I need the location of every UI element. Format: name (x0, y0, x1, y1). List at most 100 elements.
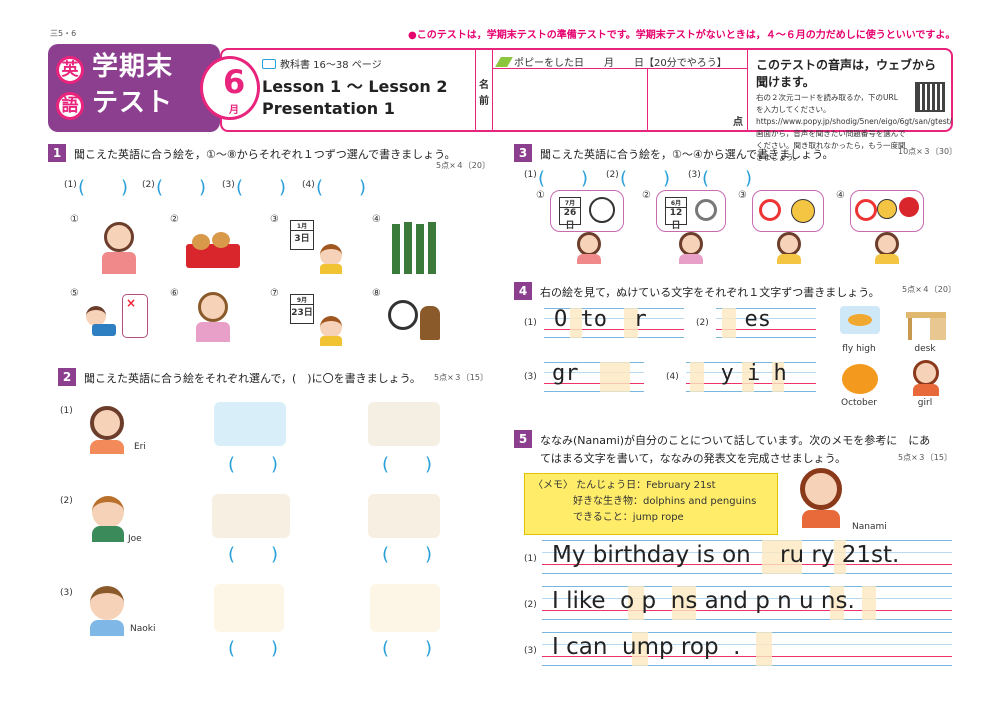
s2-q3-option-a[interactable]: ( ) (228, 634, 278, 660)
section-3-instruction: 聞こえた英語に合う絵を，①～④から選んで書きましょう。 (540, 148, 834, 161)
joe-name: Joe (128, 534, 142, 544)
volleyball-icon (791, 199, 815, 223)
section-2-instruction: 聞こえた英語に合う絵をそれぞれ選んで，( )に〇を書きましょう。 (84, 372, 421, 385)
october-label: October (840, 398, 878, 408)
title-line-2: テスト (92, 88, 174, 118)
s3-q3-answer[interactable]: ( ) (702, 164, 752, 190)
s1-q4-answer[interactable]: ( ) (316, 173, 366, 199)
s3-q2-answer[interactable]: ( ) (620, 164, 670, 190)
blank-box[interactable] (756, 632, 772, 666)
desk-label: desk (914, 344, 936, 354)
s3-q2-label: (2) (606, 170, 619, 180)
month-number: 6 (223, 63, 246, 101)
memo-favorite-animals: 好きな生き物：dolphins and penguins (533, 496, 757, 507)
donut-box-illustration (186, 226, 240, 270)
s1-q4-label: (4) (302, 180, 315, 190)
s3-option-2-number: ② (642, 190, 651, 201)
s2-q1-option-a[interactable]: ( ) (228, 450, 278, 476)
subject-char-1: 英 (56, 56, 84, 84)
watch-icon (695, 199, 717, 221)
name-label: 名 前 (475, 50, 493, 130)
naoki-portrait (86, 584, 128, 636)
section-3-score: 10点×３〔30〕 (898, 147, 958, 156)
ring-icon (855, 199, 877, 221)
memo-can-do: できること：jump rope (533, 512, 684, 523)
s3-option-1-number: ① (536, 190, 545, 201)
option-2-number: ② (170, 214, 179, 225)
s2-q1-option-b[interactable]: ( ) (382, 450, 432, 476)
section-4-number: 4 (514, 282, 532, 300)
nanami-portrait (796, 466, 846, 528)
s1-q2-answer[interactable]: ( ) (156, 173, 206, 199)
s2-q2-option-a[interactable]: ( ) (228, 540, 278, 566)
section-3-number: 3 (514, 144, 532, 162)
section-5-number: 5 (514, 430, 532, 448)
option-7-number: ⑦ (270, 288, 279, 299)
calendar-icon: 7月 26日 (559, 197, 581, 231)
s4-q3-label: (3) (524, 372, 537, 382)
boy-illustration (316, 316, 346, 346)
s1-q3-label: (3) (222, 180, 235, 190)
reading-cooking-illustration (212, 494, 290, 538)
reading-cooking-illustration (368, 494, 440, 538)
s5-q2-sentence: I like o p ns and p n u ns. (552, 588, 855, 614)
section-1-score: 5点×４〔20〕 (436, 161, 490, 170)
score-cell[interactable]: 点 (647, 68, 747, 130)
pencils-illustration (390, 218, 440, 274)
score-label: 点 (733, 117, 743, 128)
top-note: ●このテストは，学期末テストの準備テストです。学期末テストがないときは，４～６月… (408, 30, 956, 41)
s4-q2-label: (2) (696, 318, 709, 328)
girl-illustration (574, 232, 604, 264)
section-2-number: 2 (58, 368, 76, 386)
swimming-skiing-illustration (214, 402, 286, 446)
section-1-instruction: 聞こえた英語に合う絵を，①～⑧からそれぞれ１つずつ選んで書きましょう。 (74, 148, 456, 161)
s4-q3-text: gr (552, 361, 619, 386)
birthday-soccer-thought-bubble: 7月 26日 (550, 190, 624, 232)
desk-illustration (906, 312, 946, 340)
s3-q1-answer[interactable]: ( ) (538, 164, 588, 190)
option-6-number: ⑥ (170, 288, 179, 299)
s2-q2-option-b[interactable]: ( ) (382, 540, 432, 566)
memo-birthday: 〈メモ〉 たんじょう日：February 21st (533, 480, 716, 491)
eri-portrait (84, 404, 130, 454)
s1-q1-label: (1) (64, 180, 77, 190)
option-8-number: ⑧ (372, 288, 381, 299)
bird-illustration (838, 306, 884, 342)
section-5-score: 5点×３〔15〕 (898, 453, 952, 462)
jumping-skiing-illustration (368, 402, 440, 446)
girl-illustration (774, 232, 804, 264)
s3-option-3-number: ③ (738, 190, 747, 201)
s4-q1-label: (1) (524, 318, 537, 328)
sports-thought-bubble (850, 190, 924, 232)
s2-q3-option-b[interactable]: ( ) (382, 634, 432, 660)
s4-q1-text: O to r (554, 307, 647, 332)
s5-q3-sentence: I can ump rop . (552, 634, 741, 660)
qr-code-icon[interactable] (915, 82, 945, 112)
s1-q3-answer[interactable]: ( ) (236, 173, 286, 199)
fly-high-label: fly high (842, 344, 876, 354)
month-unit: 月 (229, 105, 239, 116)
section-4-instruction: 右の絵を見て，ぬけている文字をそれぞれ１文字ずつ書きましょう。 (540, 286, 880, 299)
soccer-ball-icon (589, 197, 615, 223)
section-4-score: 5点×４〔20〕 (902, 285, 956, 294)
s5-q2-label: (2) (524, 600, 537, 610)
joe-portrait (88, 494, 128, 542)
subject-char-2: 語 (56, 92, 84, 120)
s3-q3-label: (3) (688, 170, 701, 180)
girl-illustration (910, 360, 942, 396)
book-icon (262, 59, 276, 69)
boy-illustration (316, 244, 346, 274)
s1-q1-answer[interactable]: ( ) (78, 173, 128, 199)
option-1-number: ① (70, 214, 79, 225)
birthday-watch-thought-bubble: 6月 12日 (656, 190, 726, 232)
tennis-racket-icon (759, 199, 781, 221)
sports-thought-bubble (752, 190, 824, 232)
date-line: ポピーをした日 月 日【20分でやろう】 (495, 54, 743, 69)
test-header: 英 語 学期末 テスト 教科書 16～38 ページ Lesson 1 ～ Les… (48, 44, 953, 162)
girl-label: girl (917, 398, 933, 408)
audio-info: このテストの音声は，ウェブから聞けます。 右の２次元コードを読み取るか，下のUR… (747, 50, 953, 162)
nanami-name: Nanami (852, 522, 887, 532)
s2-q1-label: (1) (60, 406, 73, 416)
s5-q1-label: (1) (524, 554, 537, 564)
blank-box[interactable] (862, 586, 876, 620)
